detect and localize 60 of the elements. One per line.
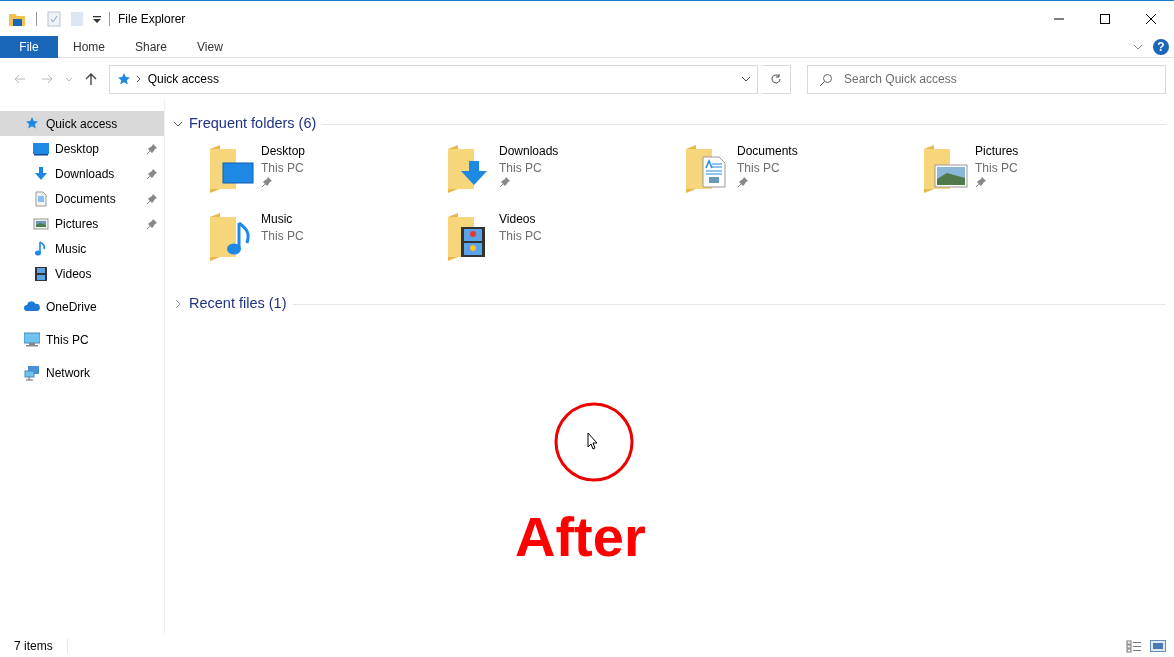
- folder-location: This PC: [737, 160, 781, 176]
- film-icon: [33, 265, 49, 282]
- details-view-icon[interactable]: [1126, 639, 1142, 653]
- folder-name[interactable]: Documents: [737, 143, 798, 160]
- item-count: 7 items: [14, 638, 53, 655]
- down-arrow-icon: [33, 165, 49, 182]
- network-icon: [24, 364, 40, 381]
- forward-icon: [39, 72, 54, 86]
- sidebar-item[interactable]: Network: [0, 360, 164, 385]
- annotation-label: After: [515, 509, 646, 565]
- ribbon-tab[interactable]: View: [182, 35, 238, 58]
- folder-name[interactable]: Pictures: [975, 143, 1019, 160]
- ribbon-tab[interactable]: Home: [58, 35, 120, 58]
- back-icon: [12, 72, 27, 86]
- close-icon: [1145, 12, 1157, 25]
- sidebar-item[interactable]: This PC: [0, 327, 164, 352]
- sidebar-item[interactable]: Videos: [0, 261, 164, 286]
- folder-name[interactable]: Desktop: [261, 143, 306, 160]
- refresh-icon: [769, 73, 782, 85]
- up-arrow-icon: [84, 72, 99, 86]
- address-bar[interactable]: Quick access: [108, 64, 758, 94]
- sidebar-item[interactable]: Downloads: [0, 161, 164, 186]
- file-menu-tab[interactable]: File: [0, 35, 58, 58]
- address-path[interactable]: Quick access: [147, 70, 219, 88]
- folder-location: This PC: [261, 228, 304, 244]
- help-button[interactable]: ?: [1153, 38, 1169, 55]
- folder-location: This PC: [499, 228, 542, 244]
- picture-icon: [33, 215, 49, 232]
- sidebar-item[interactable]: Pictures: [0, 211, 164, 236]
- sidebar-item[interactable]: Music: [0, 236, 164, 261]
- sidebar-item[interactable]: OneDrive: [0, 294, 164, 319]
- sidebar-item[interactable]: Desktop: [0, 136, 164, 161]
- sidebar-item[interactable]: Quick access: [0, 111, 164, 136]
- folder-location: This PC: [261, 160, 305, 176]
- search-icon: [819, 72, 833, 87]
- section-header[interactable]: Recent files (1): [189, 293, 287, 315]
- folder-location: This PC: [975, 160, 1019, 176]
- monitor-icon: [24, 331, 40, 348]
- folder-name[interactable]: Music: [261, 211, 304, 228]
- expand-ribbon-icon[interactable]: [1133, 43, 1143, 50]
- dropdown-icon[interactable]: [93, 14, 101, 23]
- dropdown-icon[interactable]: [740, 76, 751, 82]
- folder-location: This PC: [499, 160, 543, 176]
- maximize-icon: [1099, 12, 1111, 25]
- expand-icon[interactable]: [173, 299, 183, 309]
- refresh-button[interactable]: [761, 64, 791, 94]
- collapse-icon[interactable]: [173, 119, 183, 129]
- window-title: File Explorer: [118, 10, 186, 28]
- chevron-icon: [135, 75, 142, 83]
- folder-name[interactable]: Downloads: [499, 143, 559, 160]
- document-icon: [33, 190, 49, 207]
- search-field[interactable]: Search Quick access: [807, 64, 1166, 94]
- sidebar-item[interactable]: Documents: [0, 186, 164, 211]
- folder-name[interactable]: Videos: [499, 211, 542, 228]
- caret-icon: [64, 76, 73, 82]
- ribbon-tab[interactable]: Share: [120, 35, 183, 58]
- star-icon: [115, 72, 130, 86]
- section-header[interactable]: Frequent folders (6): [189, 113, 317, 135]
- large-icons-view-icon[interactable]: [1150, 639, 1166, 653]
- desktop-icon: [33, 140, 49, 157]
